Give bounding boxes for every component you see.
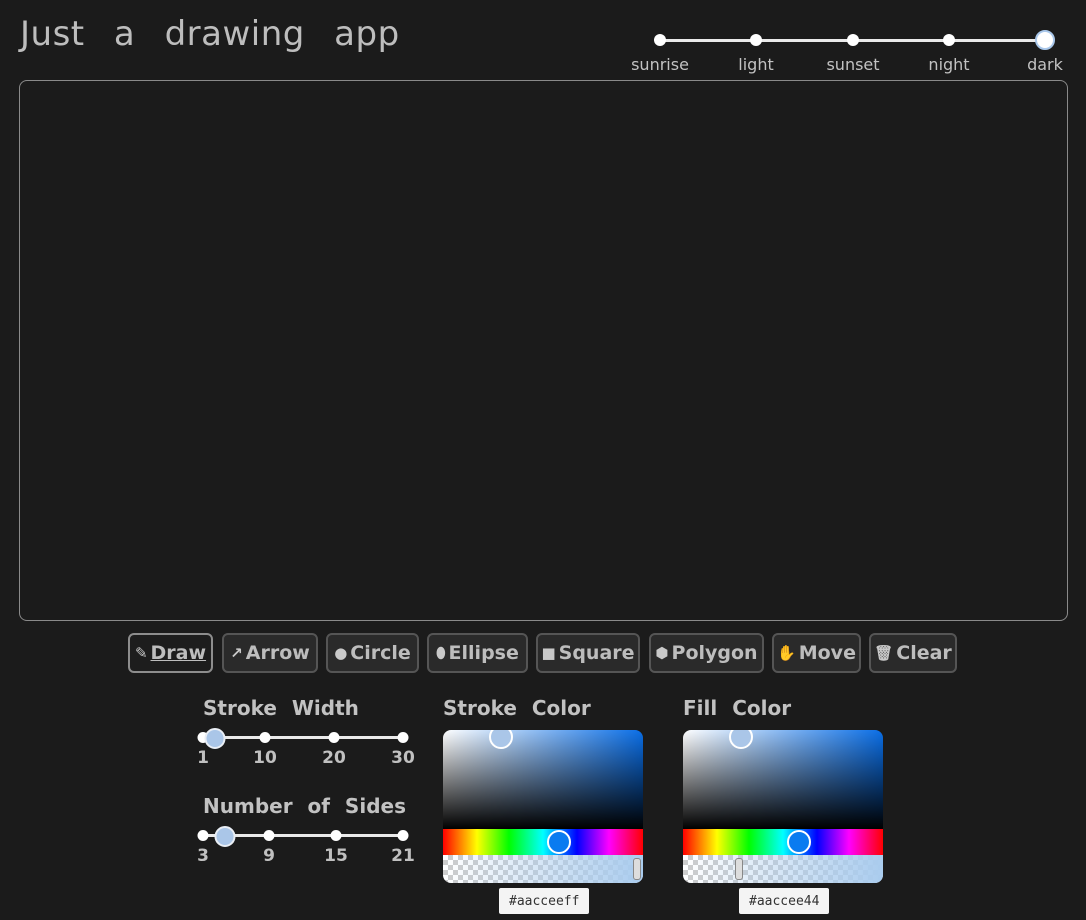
stroke-width-slider[interactable]: 1 10 20 30: [197, 728, 415, 768]
theme-stop-sunrise[interactable]: [654, 34, 666, 46]
trash-icon: 🗑: [874, 644, 894, 662]
fill-hue-thumb[interactable]: [787, 830, 811, 854]
stroke-width-tick: 10: [253, 748, 277, 768]
polygon-icon: ⬢: [655, 644, 669, 662]
drawing-canvas[interactable]: [19, 80, 1068, 621]
stroke-color-title: Stroke Color: [443, 696, 591, 720]
square-icon: ■: [541, 644, 556, 662]
stroke-width-tick: 1: [197, 748, 209, 768]
ellipse-label: Ellipse: [448, 642, 519, 664]
theme-stop-night[interactable]: [943, 34, 955, 46]
stroke-width-thumb[interactable]: [204, 728, 226, 749]
move-label: Move: [798, 642, 856, 664]
stroke-width-track[interactable]: [203, 736, 403, 739]
ellipse-icon: ⬮: [436, 644, 446, 662]
fill-alpha-slider[interactable]: [683, 855, 883, 883]
sides-stop[interactable]: [330, 830, 342, 841]
arrow-icon: ↗: [230, 644, 243, 662]
draw-button[interactable]: ✎ Draw: [128, 633, 213, 673]
clear-label: Clear: [896, 642, 952, 664]
square-label: Square: [558, 642, 635, 664]
theme-label-sunset: sunset: [826, 55, 880, 74]
stroke-alpha-thumb[interactable]: [633, 858, 641, 880]
circle-icon: ●: [334, 644, 348, 662]
ellipse-button[interactable]: ⬮ Ellipse: [427, 633, 528, 673]
stroke-width-title: Stroke Width: [203, 696, 359, 720]
arrow-label: Arrow: [245, 642, 310, 664]
stroke-width-stop[interactable]: [328, 732, 340, 743]
theme-stop-light[interactable]: [750, 34, 762, 46]
stroke-color-hex: #aacceeff: [499, 888, 590, 914]
sides-stop[interactable]: [197, 830, 209, 841]
sides-title: Number of Sides: [203, 794, 406, 818]
polygon-label: Polygon: [671, 642, 758, 664]
draw-label: Draw: [150, 642, 207, 664]
sides-tick: 9: [263, 846, 275, 866]
theme-stop-sunset[interactable]: [847, 34, 859, 46]
theme-slider[interactable]: sunrise light sunset night dark: [631, 28, 1070, 88]
stroke-color-picker[interactable]: [443, 730, 643, 883]
stroke-hue-slider[interactable]: [443, 829, 643, 855]
fill-color-picker[interactable]: [683, 730, 883, 883]
circle-button[interactable]: ● Circle: [326, 633, 419, 673]
stroke-hue-thumb[interactable]: [547, 830, 571, 854]
sides-thumb[interactable]: [214, 826, 236, 847]
fill-saturation-area[interactable]: [683, 730, 883, 829]
theme-label-sunrise: sunrise: [631, 55, 689, 74]
square-button[interactable]: ■ Square: [536, 633, 640, 673]
stroke-width-stop[interactable]: [397, 732, 409, 743]
move-button[interactable]: ✋ Move: [772, 633, 861, 673]
stroke-width-tick: 20: [322, 748, 346, 768]
pencil-icon: ✎: [134, 644, 148, 662]
stroke-alpha-slider[interactable]: [443, 855, 643, 883]
fill-hue-slider[interactable]: [683, 829, 883, 855]
arrow-button[interactable]: ↗ Arrow: [222, 633, 318, 673]
theme-label-light: light: [738, 55, 774, 74]
app-title: Just a drawing app: [20, 14, 400, 54]
theme-label-dark: dark: [1027, 55, 1063, 74]
theme-label-night: night: [928, 55, 970, 74]
circle-label: Circle: [350, 642, 411, 664]
fill-color-title: Fill Color: [683, 696, 792, 720]
hand-icon: ✋: [777, 644, 796, 662]
clear-button[interactable]: 🗑 Clear: [869, 633, 957, 673]
sides-tick: 15: [324, 846, 348, 866]
fill-color-hex: #aaccee44: [739, 888, 830, 914]
sides-stop[interactable]: [263, 830, 275, 841]
sides-slider[interactable]: 3 9 15 21: [197, 826, 415, 866]
sides-stop[interactable]: [397, 830, 409, 841]
sides-tick: 21: [391, 846, 415, 866]
stroke-width-stop[interactable]: [259, 732, 271, 743]
theme-stop-dark[interactable]: [1035, 30, 1055, 50]
stroke-saturation-area[interactable]: [443, 730, 643, 829]
fill-alpha-thumb[interactable]: [735, 858, 743, 880]
sides-tick: 3: [197, 846, 209, 866]
stroke-width-tick: 30: [391, 748, 415, 768]
polygon-button[interactable]: ⬢ Polygon: [649, 633, 764, 673]
